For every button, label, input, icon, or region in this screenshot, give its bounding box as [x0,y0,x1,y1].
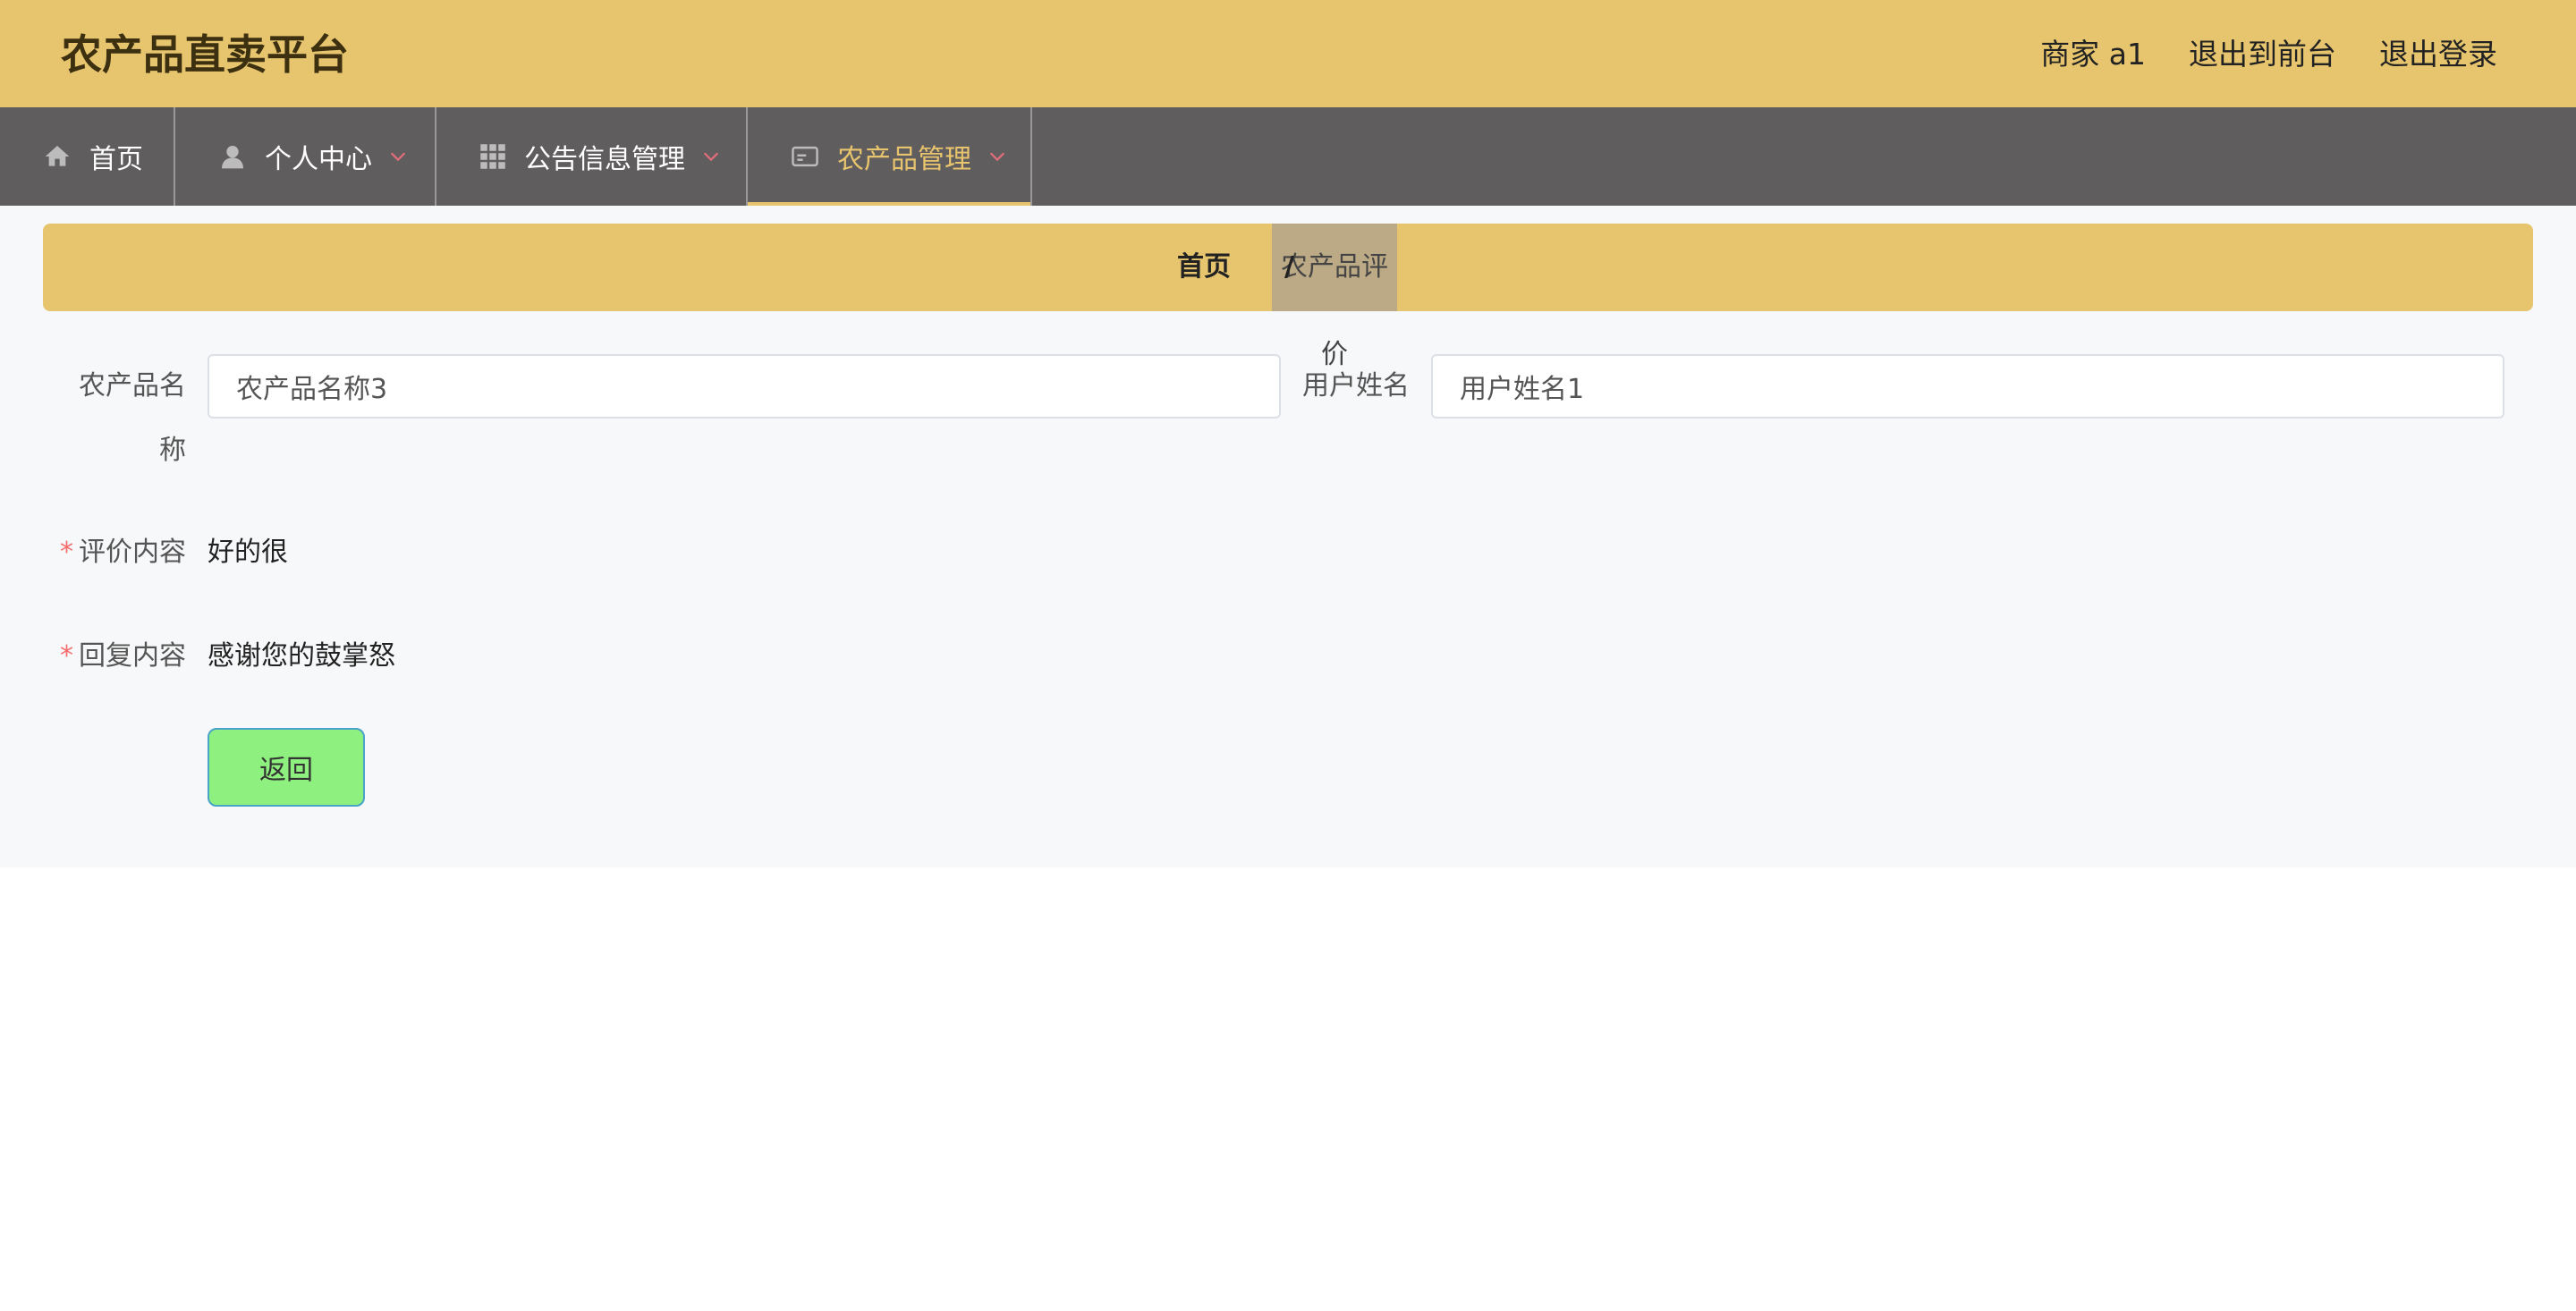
review-content-value: 好的很 [208,537,288,568]
nav-label-home: 首页 [89,144,143,175]
grid-icon [479,143,506,170]
nav-label-announcement-management: 公告信息管理 [524,144,685,175]
product-name-label: 农产品名 [54,368,186,404]
nav-label-product-management: 农产品管理 [837,144,971,175]
app-title: 农产品直卖平台 [61,30,349,79]
review-content-label: * 评价内容 [54,535,186,571]
breadcrumb-separator: / [1284,251,1294,283]
nav-label-personal-center: 个人中心 [265,144,372,175]
breadcrumb-home[interactable]: 首页 [1177,224,1231,311]
main-nav: 首页 个人中心 公告信息管理 农产品管理 [0,107,2576,206]
home-icon [43,142,72,171]
reply-content-label-text: 回复内容 [79,640,186,672]
chevron-down-icon [701,147,721,166]
required-mark: * [60,537,73,568]
reply-content-label: * 回复内容 [54,639,186,674]
logout-link[interactable]: 退出登录 [2379,32,2497,77]
main-panel: 首页 农产品评价 / 农产品名 称 用户姓名 *评价内容 好的很 *回复内容 感… [0,206,2576,867]
product-name-label-line2: 称 [159,435,186,466]
nav-item-announcement-management[interactable]: 公告信息管理 [436,107,748,206]
breadcrumb: 首页 农产品评价 / [43,224,2533,370]
merchant-account-link[interactable]: 商家 a1 [2040,32,2146,77]
chevron-down-icon [388,147,408,166]
back-button[interactable]: 返回 [208,728,365,807]
chevron-down-icon [987,147,1007,166]
nav-item-product-management[interactable]: 农产品管理 [748,107,1032,206]
user-icon [218,142,247,171]
exit-to-frontend-link[interactable]: 退出到前台 [2189,32,2336,77]
user-name-label: 用户姓名 [1302,370,1410,402]
top-header: 农产品直卖平台 商家 a1 退出到前台 退出登录 [0,0,2576,107]
nav-item-personal-center[interactable]: 个人中心 [175,107,436,206]
nav-item-home[interactable]: 首页 [0,107,175,206]
reply-content-value: 感谢您的鼓掌怒 [208,640,395,672]
required-mark: * [60,640,73,672]
top-links: 商家 a1 退出到前台 退出登录 [2040,32,2497,77]
user-name-field[interactable] [1431,354,2504,419]
product-name-label-line1: 农产品名 [79,370,186,402]
card-icon [791,143,819,170]
product-name-field[interactable] [208,354,1281,419]
product-name-label-wrap: 称 [54,433,186,469]
review-content-label-text: 评价内容 [79,537,186,568]
